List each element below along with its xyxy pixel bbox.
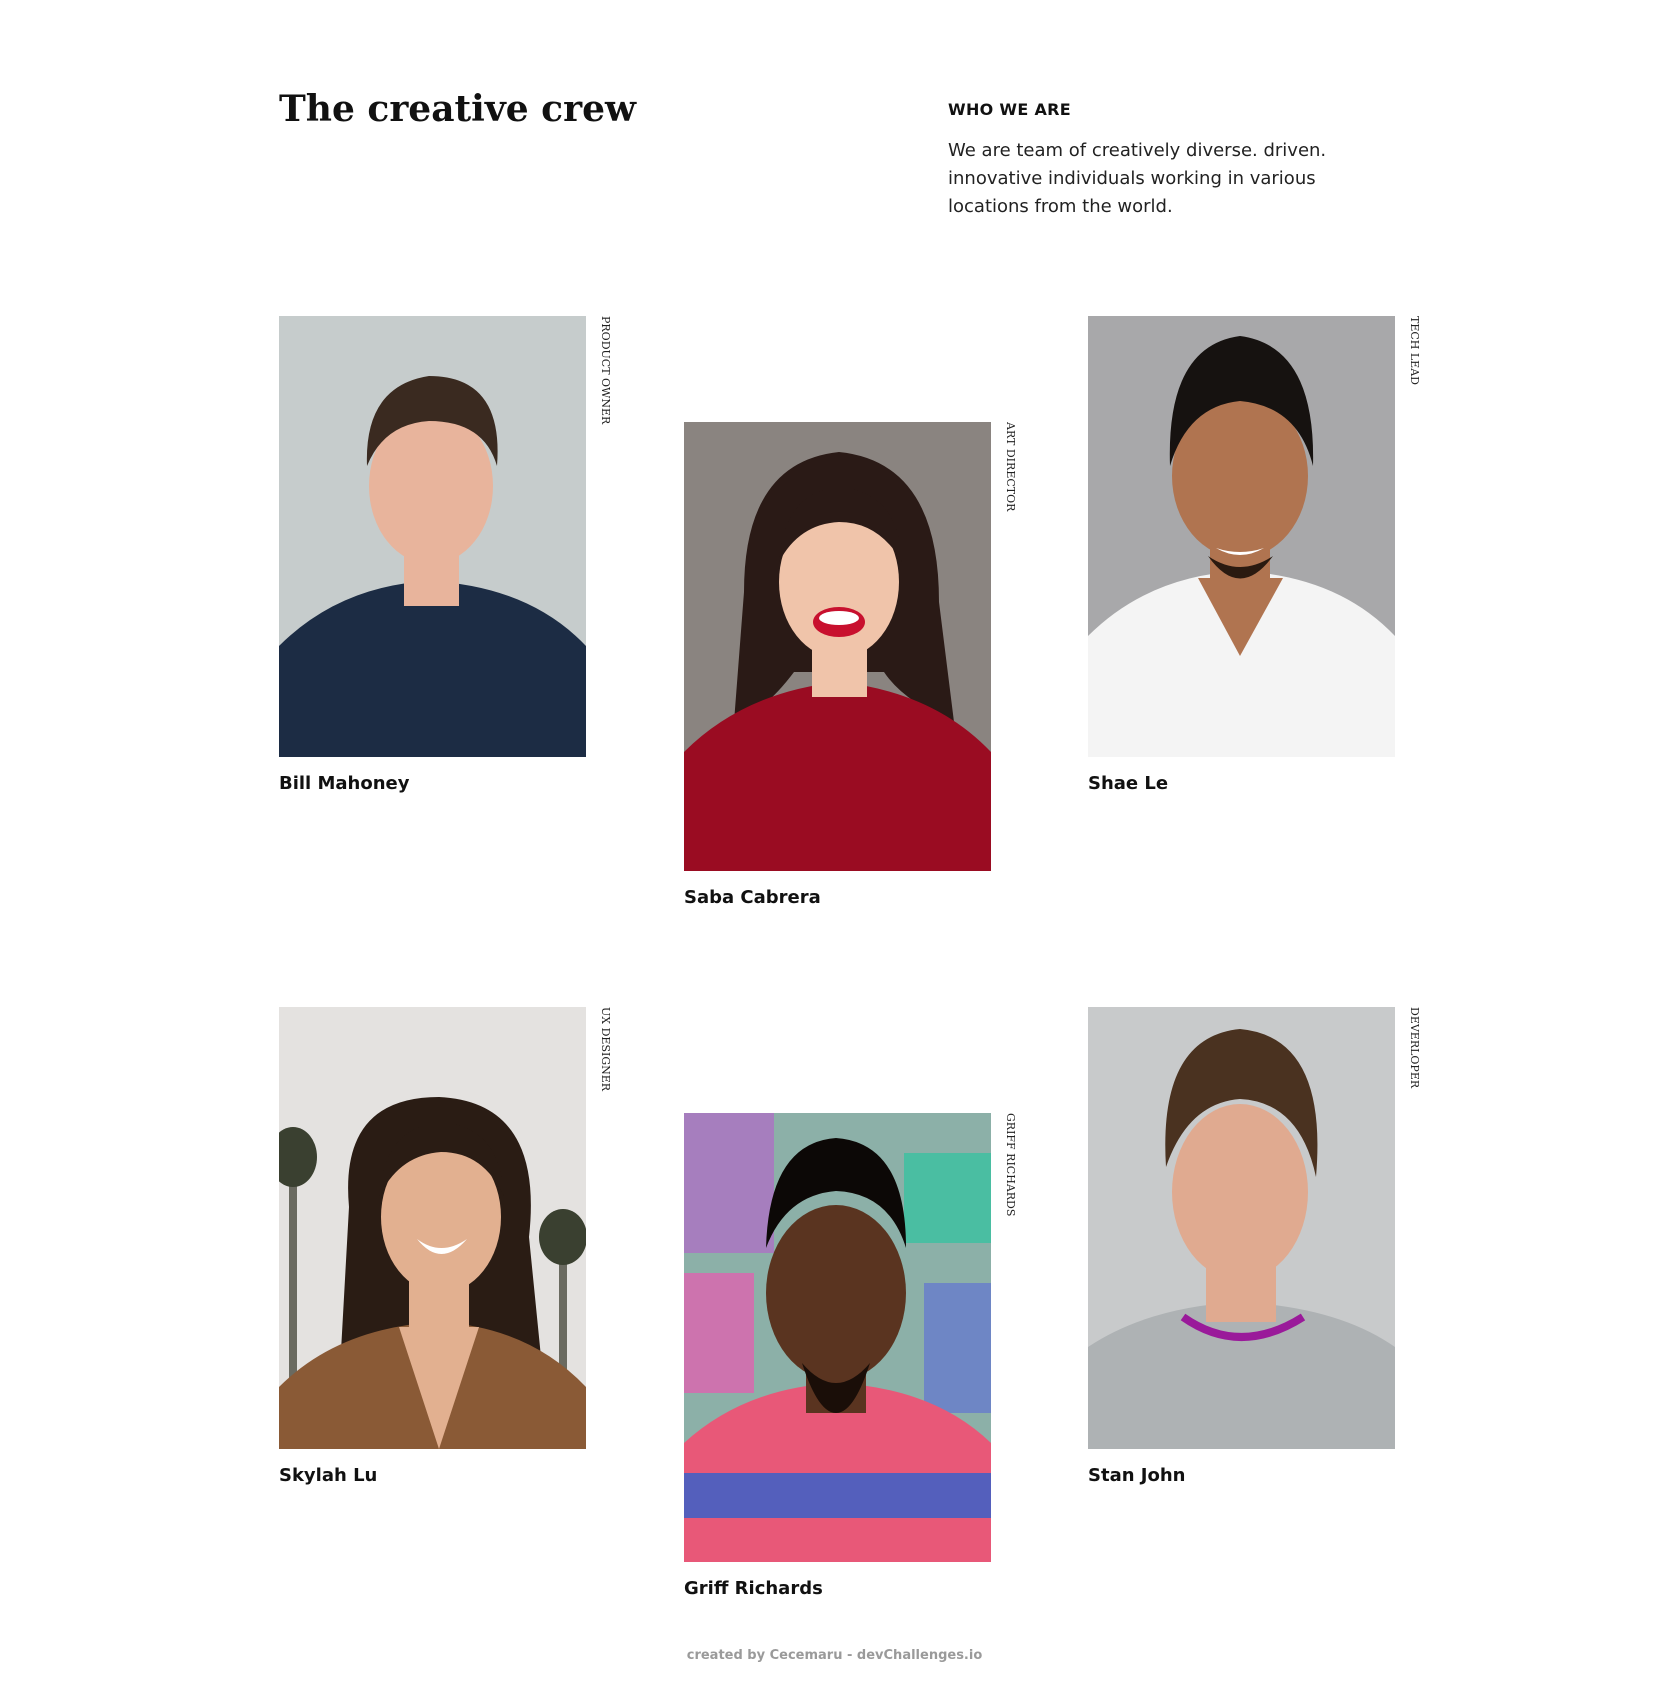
team-card-saba-cabrera: ART DIRECTOR Saba Cabrera [684,422,1017,908]
team-card-skylah-lu: UX DESIGNER Skylah Lu [279,1007,612,1486]
portrait-graphic [1088,316,1395,757]
team-name: Shae Le [1088,773,1169,794]
portrait-graphic [1088,1007,1395,1449]
team-role: DEVERLOPER [1408,1007,1421,1089]
team-photo-bill-mahoney [279,316,586,757]
team-role: TECH LEAD [1408,316,1421,385]
team-photo-shae-le [1088,316,1395,757]
portrait-graphic [279,1007,586,1449]
team-card-shae-le: TECH LEAD Shae Le [1088,316,1421,794]
portrait-graphic [684,1113,991,1562]
page-title: The creative crew [279,88,636,130]
team-name: Skylah Lu [279,1465,378,1486]
team-name: Saba Cabrera [684,887,821,908]
team-card-stan-john: DEVERLOPER Stan John [1088,1007,1421,1486]
team-name: Stan John [1088,1465,1186,1486]
team-card-bill-mahoney: PRODUCT OWNER Bill Mahoney [279,316,612,794]
team-photo-skylah-lu [279,1007,586,1449]
team-role: GRIFF RICHARDS [1004,1113,1017,1217]
team-role: UX DESIGNER [599,1007,612,1092]
team-photo-stan-john [1088,1007,1395,1449]
team-card-griff-richards: GRIFF RICHARDS Griff Richards [684,1113,1017,1599]
team-role: ART DIRECTOR [1004,422,1017,512]
team-name: Bill Mahoney [279,773,410,794]
team-photo-saba-cabrera [684,422,991,871]
team-photo-griff-richards [684,1113,991,1562]
about-text: We are team of creatively diverse. drive… [948,140,1327,217]
team-role: PRODUCT OWNER [599,316,612,425]
about-section: WHO WE ARE We are team of creatively div… [948,100,1348,221]
portrait-graphic [279,316,586,757]
footer-credit[interactable]: created by Cecemaru - devChallenges.io [0,1648,1669,1663]
about-heading: WHO WE ARE [948,100,1071,119]
portrait-graphic [684,422,991,871]
team-name: Griff Richards [684,1578,823,1599]
